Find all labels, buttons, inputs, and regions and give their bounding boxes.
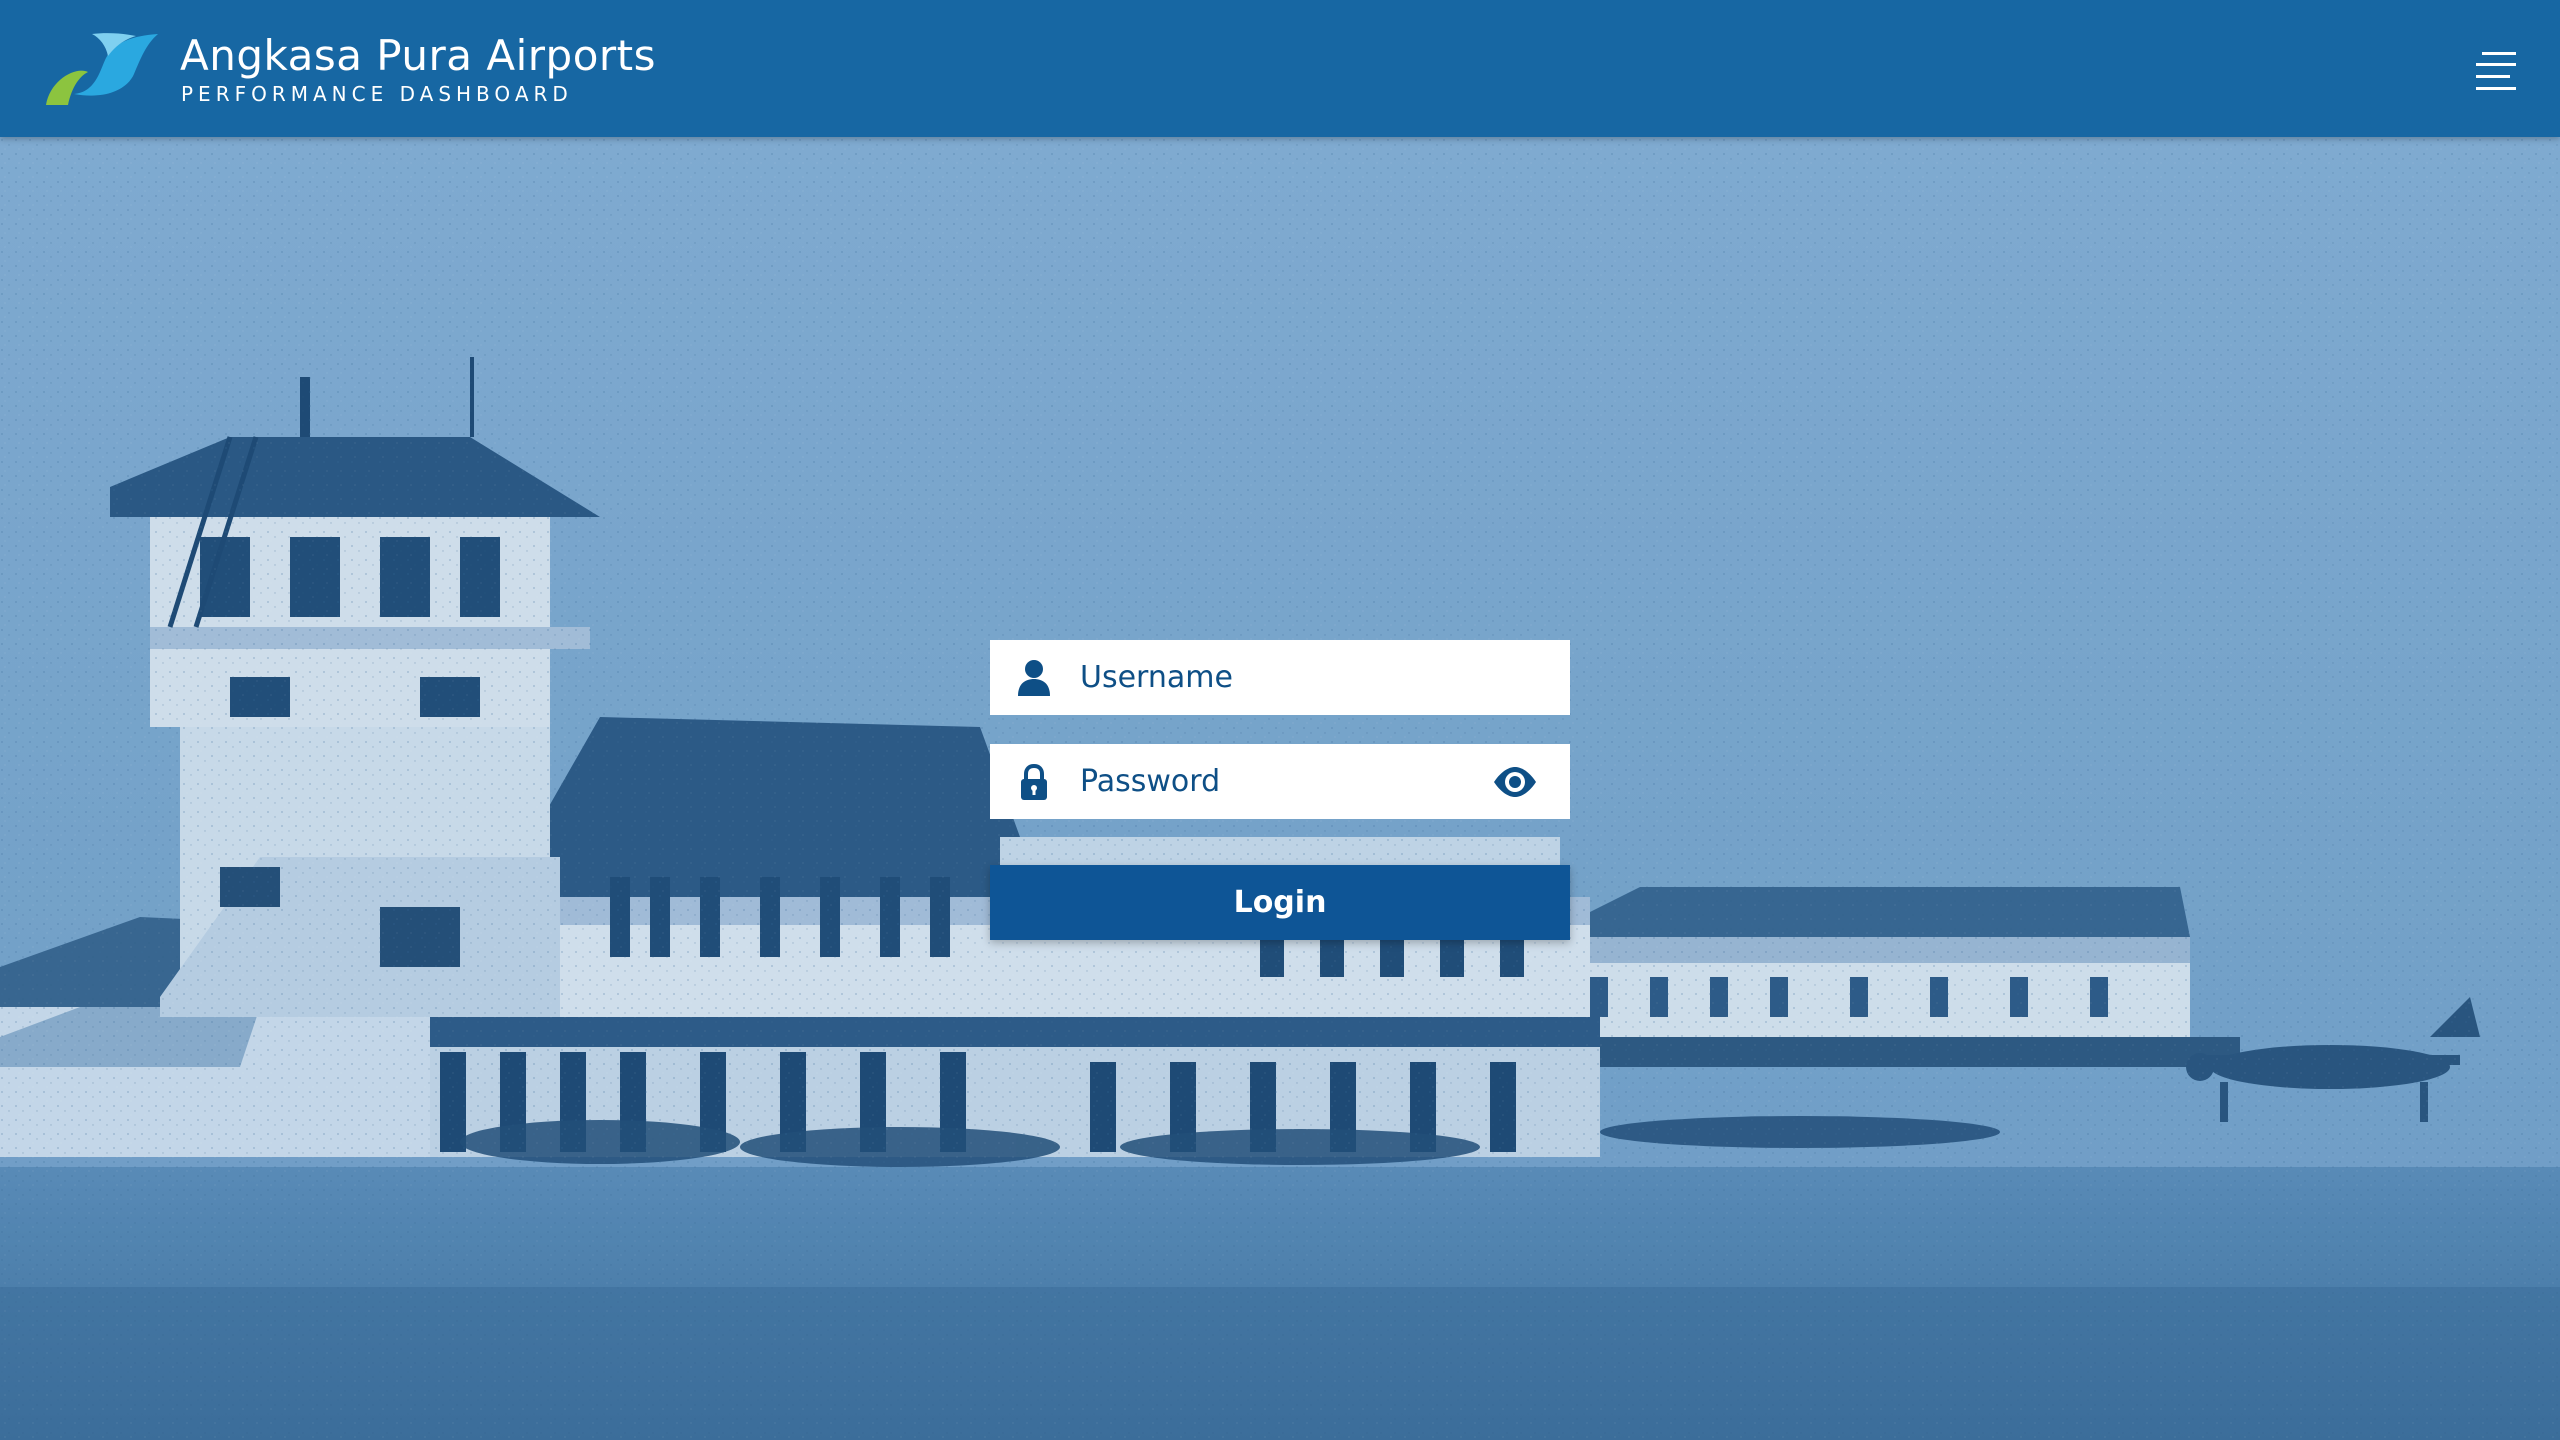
app-subtitle: PERFORMANCE DASHBOARD [181, 82, 573, 106]
lock-icon [1021, 763, 1047, 800]
top-bar: Angkasa Pura Airports PERFORMANCE DASHBO… [0, 0, 2560, 137]
eye-icon[interactable] [1492, 764, 1538, 800]
username-input[interactable] [1080, 640, 1480, 715]
login-form: Login [990, 640, 1570, 940]
app-title: Angkasa Pura Airports [180, 31, 657, 80]
login-button[interactable]: Login [990, 865, 1570, 940]
angkasa-pura-logo [46, 33, 158, 105]
hamburger-menu-icon[interactable] [2476, 50, 2520, 96]
username-field [990, 640, 1570, 715]
password-field [990, 744, 1570, 819]
password-input[interactable] [1080, 744, 1480, 819]
user-icon [1018, 660, 1050, 696]
